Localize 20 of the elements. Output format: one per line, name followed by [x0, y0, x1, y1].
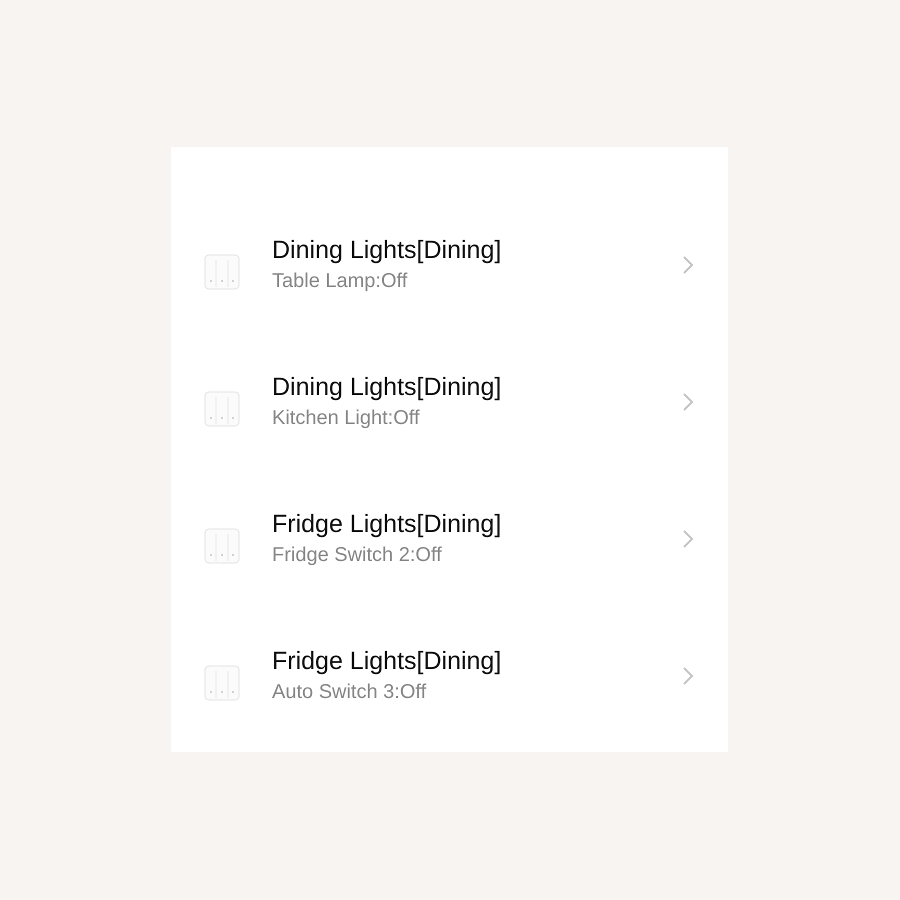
chevron-right-icon	[682, 254, 694, 274]
chevron-right-icon	[682, 392, 694, 412]
device-title: Fridge Lights[Dining]	[272, 508, 502, 540]
device-status: Fridge Switch 2:Off	[272, 542, 443, 568]
device-status: Table Lamp:Off	[272, 268, 408, 294]
device-row[interactable]: Dining Lights[Dining] Kitchen Light:Off	[171, 333, 728, 470]
device-title: Dining Lights[Dining]	[272, 234, 502, 266]
device-row[interactable]: Fridge Lights[Dining] Fridge Switch 2:Off	[171, 470, 728, 607]
device-title: Dining Lights[Dining]	[272, 372, 502, 402]
device-title: Fridge Lights[Dining]	[272, 646, 502, 676]
chevron-right-icon	[682, 666, 694, 686]
wall-switch-icon	[204, 664, 240, 700]
device-row[interactable]: Fridge Lights[Dining] Auto Switch 3:Off	[171, 607, 728, 744]
wall-switch-icon	[204, 528, 240, 564]
device-status: Kitchen Light:Off	[272, 406, 421, 430]
wall-switch-icon	[204, 254, 240, 290]
chevron-right-icon	[682, 528, 694, 548]
device-row[interactable]: Dining Lights[Dining] Table Lamp:Off	[171, 196, 728, 333]
device-status: Auto Switch 3:Off	[272, 680, 428, 704]
wall-switch-icon	[204, 390, 240, 426]
